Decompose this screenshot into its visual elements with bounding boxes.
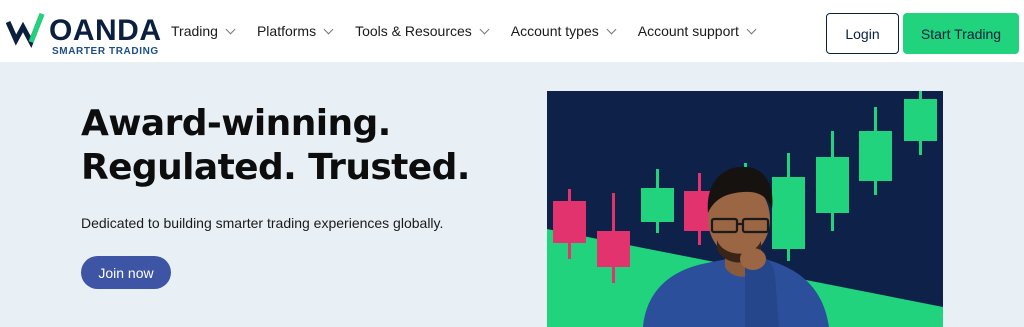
login-button[interactable]: Login <box>826 13 899 54</box>
join-now-button[interactable]: Join now <box>81 256 171 289</box>
hero-image <box>547 91 943 327</box>
nav-item-platforms[interactable]: Platforms <box>256 23 334 39</box>
nav-item-label: Platforms <box>256 23 317 39</box>
chevron-down-icon <box>225 24 236 34</box>
oanda-logo[interactable]: OANDA SMARTER TRADING <box>6 10 166 58</box>
chevron-down-icon <box>479 24 490 34</box>
nav-item-account-types[interactable]: Account types <box>510 23 617 39</box>
nav-item-tools-resources[interactable]: Tools & Resources <box>355 23 490 39</box>
top-navbar: OANDA SMARTER TRADING Trading Platforms … <box>0 0 1024 62</box>
hero-subtitle: Dedicated to building smarter trading ex… <box>81 215 444 231</box>
logo-wordmark: OANDA <box>49 14 162 47</box>
chevron-down-icon <box>746 24 757 34</box>
nav-item-trading[interactable]: Trading <box>171 23 236 39</box>
logo-tagline: SMARTER TRADING <box>52 46 159 57</box>
nav-item-label: Account types <box>510 23 599 39</box>
chevron-down-icon <box>606 24 617 34</box>
oanda-logo-mark-icon <box>6 13 45 48</box>
chevron-down-icon <box>323 24 334 34</box>
nav-item-label: Account support <box>637 23 739 39</box>
start-trading-button[interactable]: Start Trading <box>903 13 1019 54</box>
hero-title: Award-winning. Regulated. Trusted. <box>81 102 470 190</box>
candlestick-illustration <box>547 91 943 327</box>
nav-item-account-support[interactable]: Account support <box>637 23 757 39</box>
nav-item-label: Tools & Resources <box>355 23 472 39</box>
nav-item-label: Trading <box>171 23 218 39</box>
main-nav: Trading Platforms Tools & Resources Acco… <box>171 0 757 62</box>
hero-title-line-1: Award-winning. <box>81 103 391 144</box>
hero-title-line-2: Regulated. Trusted. <box>81 147 470 188</box>
